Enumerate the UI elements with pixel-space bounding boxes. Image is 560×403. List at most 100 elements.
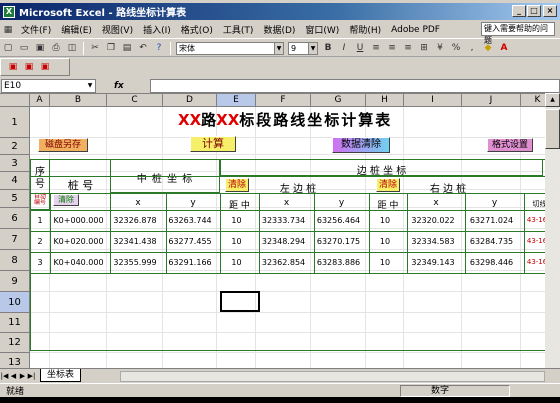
menu-file[interactable]: 文件(F) (16, 23, 56, 36)
align-center-icon[interactable]: ≡ (385, 42, 399, 55)
menu-insert[interactable]: 插入(I) (138, 23, 176, 36)
italic-icon[interactable]: I (337, 42, 351, 55)
cell-grid[interactable]: XX路XX标段路线坐标计算表 磁盘另存 计算 数据清除 格式设置 序 号 桩 号… (30, 107, 545, 368)
cell-right-x[interactable]: 32320.022 (404, 216, 462, 225)
paste-icon[interactable]: ▤ (120, 42, 134, 55)
cell-dist-right[interactable]: 10 (366, 237, 404, 246)
column-header-b[interactable]: B (50, 94, 107, 107)
cell-dist-left[interactable]: 10 (217, 258, 256, 267)
column-header-i[interactable]: I (404, 94, 462, 107)
scroll-thumb[interactable] (545, 109, 560, 149)
horizontal-scrollbar[interactable] (120, 371, 545, 382)
font-color-icon[interactable]: A (497, 42, 511, 55)
column-header-h[interactable]: H (366, 94, 404, 107)
pdf-email-icon[interactable]: ▣ (22, 61, 36, 74)
currency-icon[interactable]: ¥ (433, 42, 447, 55)
cell-dist-right[interactable]: 10 (366, 216, 404, 225)
cell-left-y[interactable]: 63256.464 (311, 216, 366, 225)
cell-center-x[interactable]: 32355.999 (107, 258, 163, 267)
cell-center-x[interactable]: 32326.878 (107, 216, 163, 225)
cell-seq[interactable]: 3 (30, 258, 50, 267)
column-header-d[interactable]: D (163, 94, 217, 107)
cell-left-x[interactable]: 32348.294 (256, 237, 311, 246)
name-box[interactable]: E10 ▼ (1, 78, 96, 93)
selected-cell[interactable] (220, 291, 260, 312)
column-header-k[interactable]: K (521, 94, 545, 107)
calculate-button[interactable]: 计算 (190, 136, 236, 152)
menu-format[interactable]: 格式(O) (176, 23, 218, 36)
merge-icon[interactable]: ⊞ (417, 42, 431, 55)
help-icon[interactable]: ? (152, 42, 166, 55)
menu-data[interactable]: 数据(D) (258, 23, 300, 36)
format-settings-button[interactable]: 格式设置 (487, 138, 533, 152)
cell-right-y[interactable]: 63271.024 (462, 216, 521, 225)
open-icon[interactable]: ▭ (17, 42, 31, 55)
close-button[interactable]: × (543, 5, 557, 17)
clear-right-button[interactable]: 清除 (376, 178, 400, 192)
copy-icon[interactable]: ❐ (104, 42, 118, 55)
cell-seq[interactable]: 2 (30, 237, 50, 246)
prev-sheet-icon[interactable]: ◀ (9, 372, 18, 380)
cell-left-y[interactable]: 63270.175 (311, 237, 366, 246)
underline-icon[interactable]: U (353, 42, 367, 55)
new-icon[interactable]: ▢ (1, 42, 15, 55)
row-header-10[interactable]: 10 (0, 292, 30, 313)
minimize-button[interactable]: _ (512, 5, 526, 17)
fx-icon[interactable]: fx (114, 81, 124, 91)
cell-dist-right[interactable]: 10 (366, 258, 404, 267)
row-header-9[interactable]: 9 (0, 271, 30, 292)
row-header-1[interactable]: 1 (0, 107, 30, 138)
cell-right-x[interactable]: 32334.583 (404, 237, 462, 246)
column-header-a[interactable]: A (30, 94, 50, 107)
column-header-c[interactable]: C (107, 94, 163, 107)
menu-help[interactable]: 帮助(H) (344, 23, 386, 36)
cell-dist-left[interactable]: 10 (217, 237, 256, 246)
row-header-6[interactable]: 6 (0, 208, 30, 229)
cell-right-y[interactable]: 63298.446 (462, 258, 521, 267)
column-header-f[interactable]: F (256, 94, 311, 107)
help-search-input[interactable]: 键入需要帮助的问题 (481, 22, 555, 45)
cell-pile[interactable]: K0+000.000 (50, 216, 107, 225)
cell-pile[interactable]: K0+020.000 (50, 237, 107, 246)
row-header-4[interactable]: 4 (0, 172, 30, 190)
cell-pile[interactable]: K0+040.000 (50, 258, 107, 267)
cell-right-y[interactable]: 63284.735 (462, 237, 521, 246)
align-left-icon[interactable]: ≡ (369, 42, 383, 55)
row-header-8[interactable]: 8 (0, 250, 30, 271)
cell-center-x[interactable]: 32341.438 (107, 237, 163, 246)
scroll-up-icon[interactable]: ▲ (545, 93, 560, 107)
font-size-select[interactable]: 9 ▼ (288, 41, 318, 55)
clear-data-button[interactable]: 数据清除 (332, 137, 390, 153)
cell-center-y[interactable]: 63263.744 (163, 216, 217, 225)
cut-icon[interactable]: ✂ (88, 42, 102, 55)
cell-left-x[interactable]: 32333.734 (256, 216, 311, 225)
sheet-tab[interactable]: 坐标表 (40, 369, 82, 382)
menu-tools[interactable]: 工具(T) (218, 23, 259, 36)
workbook-icon[interactable]: ▦ (1, 23, 15, 36)
maximize-button[interactable]: □ (527, 5, 541, 17)
first-sheet-icon[interactable]: |◀ (0, 372, 9, 380)
menu-view[interactable]: 视图(V) (97, 23, 138, 36)
column-header-e[interactable]: E (217, 94, 256, 107)
font-select[interactable]: 宋体 ▼ (176, 41, 284, 55)
undo-icon[interactable]: ↶ (136, 42, 150, 55)
column-header-g[interactable]: G (311, 94, 366, 107)
cell-center-y[interactable]: 63291.166 (163, 258, 217, 267)
excel-icon[interactable]: X (3, 5, 15, 18)
disk-save-as-button[interactable]: 磁盘另存 (38, 138, 88, 152)
next-sheet-icon[interactable]: ▶ (18, 372, 27, 380)
vertical-scrollbar[interactable]: ▲ (545, 93, 560, 368)
fill-color-icon[interactable]: ◆ (481, 42, 495, 55)
pdf-review-icon[interactable]: ▣ (38, 61, 52, 74)
row-header-3[interactable]: 3 (0, 155, 30, 172)
clear-pile-button[interactable]: 清除 (53, 194, 79, 206)
comma-icon[interactable]: , (465, 42, 479, 55)
bold-icon[interactable]: B (321, 42, 335, 55)
row-header-2[interactable]: 2 (0, 138, 30, 155)
select-all-corner[interactable] (0, 94, 30, 107)
print-icon[interactable]: ⎙ (49, 42, 63, 55)
menu-edit[interactable]: 编辑(E) (56, 23, 97, 36)
worksheet[interactable]: ABCDEFGHIJK 1234567891011121314 XX路XX标段路… (0, 93, 545, 368)
row-header-12[interactable]: 12 (0, 333, 30, 353)
column-header-j[interactable]: J (462, 94, 521, 107)
